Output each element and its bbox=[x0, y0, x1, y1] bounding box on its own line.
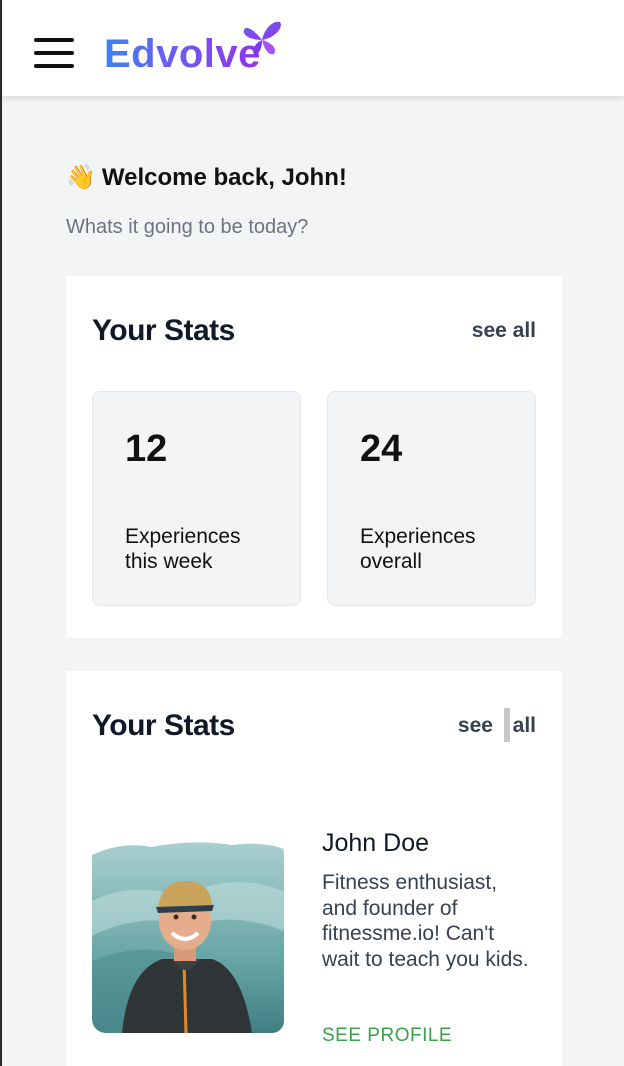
profile-avatar bbox=[92, 841, 284, 1033]
hamburger-menu-icon[interactable] bbox=[34, 36, 76, 72]
window-edge bbox=[0, 0, 2, 1066]
stat-value: 12 bbox=[125, 428, 168, 470]
welcome-subtitle: Whats it going to be today? bbox=[66, 216, 309, 238]
profile-see-all-link[interactable]: see all bbox=[458, 714, 536, 738]
text-cursor bbox=[504, 708, 510, 742]
waving-hand-icon: 👋 bbox=[66, 164, 96, 191]
top-navbar: Edvolve bbox=[2, 0, 624, 96]
brand-logo[interactable]: Edvolve bbox=[104, 18, 286, 78]
welcome-title: Welcome back, John! bbox=[101, 164, 347, 191]
stat-tile-week[interactable]: 12 Experiences this week bbox=[92, 391, 301, 606]
profile-card: Your Stats see all John Doe Fitness enth… bbox=[66, 671, 562, 1066]
stat-label: Experiences overall bbox=[360, 525, 476, 573]
stat-label: Experiences this week bbox=[125, 525, 241, 573]
stats-card: Your Stats see all 12 Experiences this w… bbox=[66, 276, 562, 638]
profile-bio: Fitness enthusiast, and founder of fitne… bbox=[322, 871, 529, 971]
see-all-text-left: see bbox=[457, 714, 493, 737]
profile-card-title: Your Stats bbox=[92, 709, 235, 742]
see-all-link[interactable]: see all bbox=[472, 319, 536, 343]
stats-card-title: Your Stats bbox=[92, 314, 235, 347]
see-all-text-right: all bbox=[512, 714, 536, 737]
profile-name: John Doe bbox=[322, 829, 430, 857]
butterfly-icon bbox=[243, 21, 281, 55]
see-profile-link[interactable]: SEE PROFILE bbox=[322, 1025, 452, 1047]
stat-value: 24 bbox=[360, 428, 403, 470]
brand-name: Edvolve bbox=[104, 32, 261, 76]
welcome-heading: 👋 Welcome back, John! bbox=[66, 164, 347, 192]
stat-tile-overall[interactable]: 24 Experiences overall bbox=[327, 391, 536, 606]
profile-photo bbox=[92, 842, 284, 1033]
